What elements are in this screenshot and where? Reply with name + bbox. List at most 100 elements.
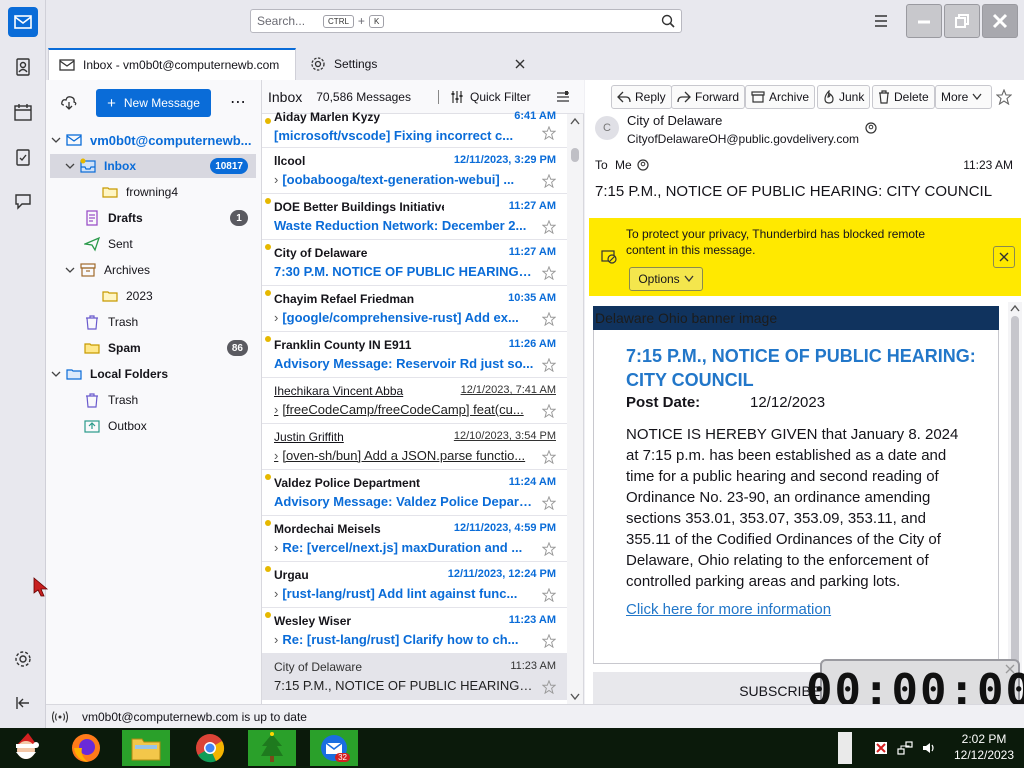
star-icon[interactable]	[542, 358, 556, 372]
chrome-taskbar-button[interactable]	[186, 730, 234, 766]
thread-expand-icon[interactable]: ›	[274, 172, 278, 187]
scroll-up-icon[interactable]	[570, 117, 580, 125]
star-icon[interactable]	[996, 89, 1012, 105]
folder-frowning4[interactable]: frowning4	[50, 180, 256, 204]
thread-expand-icon[interactable]: ›	[274, 402, 278, 417]
account-row[interactable]: vm0b0t@computernewb...	[50, 128, 256, 152]
message-row[interactable]: Urgau 12/11/2023, 12:24 PM › [rust-lang/rus…	[262, 562, 568, 608]
folder-trash[interactable]: Trash	[50, 310, 256, 334]
app-menu-button[interactable]	[870, 10, 892, 32]
tray-alert-icon[interactable]	[874, 741, 888, 755]
get-messages-button[interactable]	[60, 94, 78, 115]
mail-space-button[interactable]	[8, 7, 38, 37]
thunderbird-taskbar-button[interactable]: 32	[310, 730, 358, 766]
star-icon[interactable]	[542, 450, 556, 464]
message-row[interactable]: City of Delaware 11:23 AM 7:15 P.M., NOTIC…	[262, 654, 568, 700]
thread-expand-icon[interactable]: ›	[274, 632, 278, 647]
star-icon[interactable]	[542, 174, 556, 188]
online-status-icon[interactable]	[52, 710, 68, 724]
star-icon[interactable]	[542, 312, 556, 326]
message-row[interactable]: Chayim Refael Friedman 10:35 AM › [google/c…	[262, 286, 568, 332]
scrollbar-thumb[interactable]	[571, 148, 579, 162]
close-tab-icon[interactable]	[514, 58, 526, 70]
archive-button[interactable]: Archive	[745, 85, 816, 109]
to-recipient[interactable]: Me	[615, 158, 632, 172]
message-row[interactable]: City of Delaware 11:27 AM 7:30 P.M. NOTICE…	[262, 240, 568, 286]
contact-icon[interactable]	[865, 122, 877, 134]
sender-name[interactable]: City of Delaware	[627, 113, 722, 128]
tab-inbox[interactable]: Inbox - vm0b0t@computernewb.com	[48, 48, 296, 80]
volume-icon[interactable]	[922, 741, 936, 755]
star-icon[interactable]	[542, 680, 556, 694]
star-icon[interactable]	[542, 588, 556, 602]
collapse-spaces-button[interactable]	[8, 688, 38, 718]
quick-filter-button[interactable]: Quick Filter	[470, 90, 531, 104]
folder-pane-menu-button[interactable]: ⋯	[230, 92, 247, 112]
message-row[interactable]: Mordechai Meisels 12/11/2023, 4:59 PM › Re:…	[262, 516, 568, 562]
star-icon[interactable]	[542, 542, 556, 556]
display-options-icon[interactable]	[556, 90, 570, 104]
more-info-link[interactable]: Click here for more information	[626, 601, 831, 618]
show-hidden-icons-button[interactable]	[838, 732, 852, 764]
tab-settings[interactable]: Settings	[300, 48, 544, 80]
message-row[interactable]: llcool 12/11/2023, 3:29 PM › [oobabooga/tex…	[262, 148, 568, 194]
message-list-scrollbar[interactable]	[567, 114, 583, 704]
star-icon[interactable]	[542, 266, 556, 280]
delete-button[interactable]: Delete	[872, 85, 935, 109]
thread-expand-icon[interactable]: ›	[274, 586, 278, 601]
star-icon[interactable]	[542, 126, 556, 140]
file-explorer-taskbar-button[interactable]	[122, 730, 170, 766]
folder-spam[interactable]: Spam 86	[50, 336, 256, 360]
folder-local-trash[interactable]: Trash	[50, 388, 256, 412]
options-button[interactable]: Options	[629, 267, 703, 291]
firefox-taskbar-button[interactable]	[62, 730, 110, 766]
chat-button[interactable]	[8, 186, 38, 216]
message-row[interactable]: DOE Better Buildings Initiative 11:27 AM W…	[262, 194, 568, 240]
star-icon[interactable]	[542, 404, 556, 418]
more-button[interactable]: More	[935, 85, 993, 109]
star-icon[interactable]	[542, 496, 556, 510]
christmas-tree-taskbar-button[interactable]	[248, 730, 296, 766]
thread-expand-icon[interactable]: ›	[274, 540, 278, 555]
maximize-button[interactable]	[944, 4, 980, 38]
folder-outbox[interactable]: Outbox	[50, 414, 256, 438]
network-icon[interactable]	[897, 741, 913, 755]
star-icon[interactable]	[542, 220, 556, 234]
global-search[interactable]: Search... CTRL + K	[250, 9, 682, 33]
scrollbar-thumb[interactable]	[1011, 316, 1019, 686]
message-row[interactable]: Aiday Marlen Kyzy 6:41 AM [microsoft/vscod…	[262, 110, 568, 148]
close-icon[interactable]	[1005, 664, 1015, 674]
taskbar-clock[interactable]: 2:02 PM 12/12/2023	[946, 731, 1022, 763]
minimize-button[interactable]	[906, 4, 942, 38]
message-row[interactable]: Franklin County IN E911 11:26 AM Advisory …	[262, 332, 568, 378]
calendar-button[interactable]	[8, 97, 38, 127]
message-row[interactable]: Justin Griffith 12/10/2023, 3:54 PM › [oven…	[262, 424, 568, 470]
local-folders-row[interactable]: Local Folders	[50, 362, 256, 386]
folder-archives[interactable]: Archives	[50, 258, 256, 282]
settings-button[interactable]	[8, 644, 38, 674]
forward-button[interactable]: Forward	[671, 85, 746, 109]
message-row[interactable]: Valdez Police Department 11:24 AM Advisory…	[262, 470, 568, 516]
start-button[interactable]	[2, 730, 50, 766]
reply-button[interactable]: Reply	[611, 85, 672, 109]
address-book-button[interactable]	[8, 52, 38, 82]
folder-2023[interactable]: 2023	[50, 284, 256, 308]
thread-expand-icon[interactable]: ›	[274, 448, 278, 463]
contact-icon[interactable]	[637, 159, 649, 171]
scroll-up-icon[interactable]	[1010, 304, 1020, 312]
folder-drafts[interactable]: Drafts 1	[50, 206, 256, 230]
message-body-scrollbar[interactable]	[1008, 302, 1022, 704]
message-row[interactable]: Ihechikara Vincent Abba 12/1/2023, 7:41 A…	[262, 378, 568, 424]
junk-button[interactable]: Junk	[817, 85, 871, 109]
tasks-button[interactable]	[8, 142, 38, 172]
thread-expand-icon[interactable]: ›	[274, 310, 278, 325]
sender-email[interactable]: CityofDelawareOH@public.govdelivery.com	[627, 132, 859, 146]
folder-inbox[interactable]: Inbox 10817	[50, 154, 256, 178]
close-window-button[interactable]	[982, 4, 1018, 38]
folder-sent[interactable]: Sent	[50, 232, 256, 256]
star-icon[interactable]	[542, 634, 556, 648]
new-message-button[interactable]: + New Message	[96, 89, 211, 117]
close-notification-button[interactable]	[993, 246, 1015, 268]
scroll-down-icon[interactable]	[570, 693, 580, 701]
message-row[interactable]: Wesley Wiser 11:23 AM › Re: [rust-lang/rust…	[262, 608, 568, 654]
